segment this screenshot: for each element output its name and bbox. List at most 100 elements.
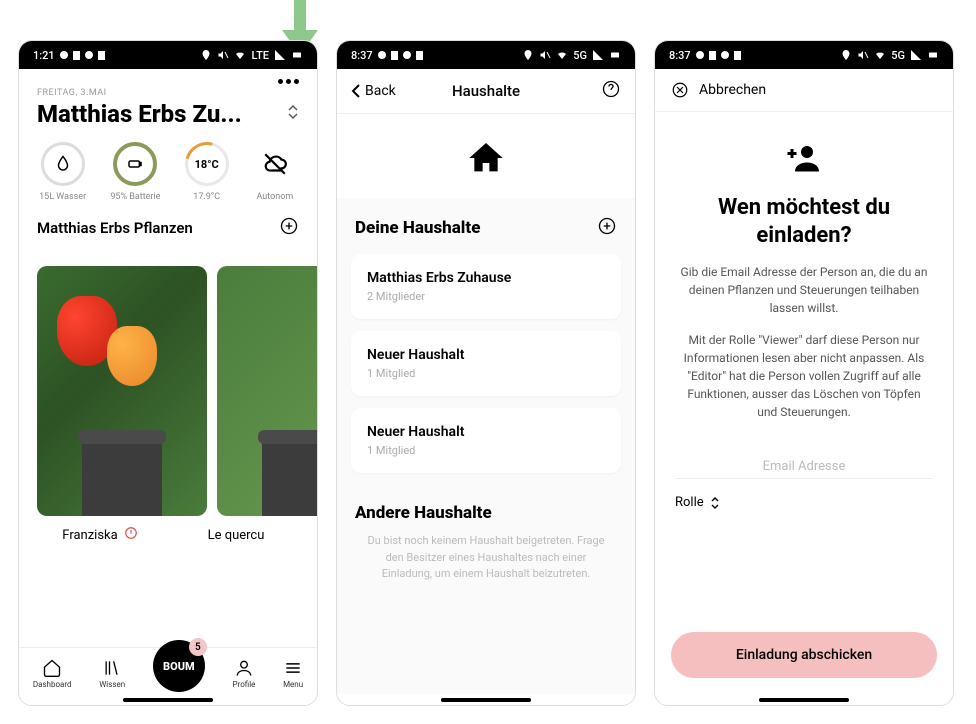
metric-water[interactable]: 15L Wasser (39, 142, 86, 202)
household-card[interactable]: Matthias Erbs Zuhause 2 Mitglieder (351, 254, 621, 319)
household-members: 1 Mitglied (367, 444, 605, 457)
back-label: Back (365, 83, 396, 99)
mute-icon (857, 49, 869, 61)
role-selector[interactable]: Rolle (655, 479, 953, 526)
status-dot-icon (85, 51, 93, 59)
status-bar: 8:37 5G (337, 41, 635, 69)
email-field[interactable]: Email Adresse (675, 421, 933, 479)
water-drop-icon (54, 155, 72, 173)
nav-menu[interactable]: Menu (283, 658, 303, 689)
role-label: Rolle (675, 495, 704, 510)
invite-heading: Wen möchtest du einladen? (655, 194, 953, 249)
signal-icon (592, 49, 604, 61)
battery-icon (609, 49, 621, 61)
plants-section-title: Matthias Erbs Pflanzen (37, 219, 193, 237)
bottom-nav: Dashboard Wissen BOUM 5 Profile Menu (19, 647, 317, 694)
add-household-button[interactable] (597, 216, 617, 240)
metric-temp-label: 17.9°C (193, 192, 220, 202)
nav-dashboard[interactable]: Dashboard (33, 658, 72, 689)
status-time: 8:37 (669, 49, 691, 62)
home-indicator[interactable] (759, 698, 849, 702)
status-bar: 1:21 LTE (19, 41, 317, 69)
page-title: Haushalte (452, 82, 520, 100)
wifi-icon (556, 49, 568, 61)
household-name: Neuer Haushalt (367, 424, 605, 440)
home-indicator[interactable] (123, 698, 213, 702)
metric-battery-label: 95% Batterie (110, 192, 160, 202)
warning-icon (124, 526, 138, 544)
wifi-icon (234, 49, 246, 61)
household-members: 1 Mitglied (367, 367, 605, 380)
user-icon (234, 658, 254, 678)
cancel-button[interactable]: Abbrechen (655, 69, 953, 112)
household-switcher[interactable] (287, 104, 299, 124)
battery-icon (291, 49, 303, 61)
invite-description-2: Mit der Rolle "Viewer" darf diese Person… (655, 317, 953, 421)
nav-profile[interactable]: Profile (233, 658, 256, 689)
network-label: 5G (573, 49, 587, 62)
status-dot-icon (403, 51, 411, 59)
location-icon (840, 49, 852, 61)
signal-icon (274, 49, 286, 61)
signal-icon (910, 49, 922, 61)
boum-label: BOUM (163, 660, 195, 673)
metric-mode[interactable]: Autonom (253, 142, 297, 202)
status-time: 1:21 (33, 49, 55, 62)
household-card[interactable]: Neuer Haushalt 1 Mitglied (351, 331, 621, 396)
status-box-icon (391, 51, 398, 60)
status-box-icon (98, 51, 105, 60)
battery-icon (927, 49, 939, 61)
app-bar: Back Haushalte (337, 69, 635, 114)
invite-description-1: Gib die Email Adresse der Person an, die… (655, 249, 953, 317)
status-bar: 8:37 5G (655, 41, 953, 69)
status-box-icon (734, 51, 741, 60)
status-box-icon (709, 51, 716, 60)
chevron-left-icon (351, 84, 361, 98)
household-members: 2 Mitglieder (367, 290, 605, 303)
household-card[interactable]: Neuer Haushalt 1 Mitglied (351, 408, 621, 473)
plant-image (107, 326, 157, 386)
help-button[interactable] (601, 79, 621, 103)
metric-water-label: 15L Wasser (39, 192, 86, 202)
nav-label: Dashboard (33, 680, 72, 689)
status-dot-icon (721, 51, 729, 59)
plant-name-row: Le quercu (173, 526, 299, 544)
add-plant-button[interactable] (279, 216, 299, 240)
nav-knowledge[interactable]: Wissen (99, 658, 125, 689)
plant-name: Le quercu (208, 528, 265, 543)
pot-image (82, 436, 162, 516)
metric-battery[interactable]: 95% Batterie (110, 142, 160, 202)
plant-name: Franziska (62, 528, 117, 543)
mute-icon (217, 49, 229, 61)
home-indicator[interactable] (441, 698, 531, 702)
status-dot-icon (378, 51, 386, 59)
plant-name-row: Franziska (37, 526, 163, 544)
home-icon (42, 658, 62, 678)
your-households-heading: Deine Haushalte (355, 218, 480, 238)
send-invite-button[interactable]: Einladung abschicken (671, 632, 937, 678)
more-options-button[interactable] (278, 79, 299, 84)
cancel-label: Abbrechen (699, 82, 766, 98)
status-box-icon (73, 51, 80, 60)
back-button[interactable]: Back (351, 83, 396, 99)
screen-households: 8:37 5G Back Haushalte (336, 40, 636, 706)
plant-card[interactable] (217, 266, 317, 516)
empty-state-text: Du bist noch keinem Haushalt beigetreten… (351, 533, 621, 583)
books-icon (102, 658, 122, 678)
location-icon (200, 49, 212, 61)
metric-temperature[interactable]: 18°C 17.9°C (185, 142, 229, 202)
mute-icon (539, 49, 551, 61)
pot-image (262, 436, 317, 516)
screen-dashboard: 1:21 LTE FREITAG, 3.MAI Matthias Erbs Zu… (18, 40, 318, 706)
network-label: LTE (251, 49, 269, 62)
status-dot-icon (696, 51, 704, 59)
plant-card[interactable] (37, 266, 207, 516)
battery-icon (126, 155, 144, 173)
wifi-icon (874, 49, 886, 61)
household-name: Neuer Haushalt (367, 347, 605, 363)
status-time: 8:37 (351, 49, 373, 62)
current-date: FREITAG, 3.MAI (19, 88, 317, 98)
screen-invite: 8:37 5G Abbrechen Wen möchtest du einlad… (654, 40, 954, 706)
household-name: Matthias Erbs Zuhause (367, 270, 605, 286)
nav-boum-button[interactable]: BOUM 5 (153, 640, 205, 692)
